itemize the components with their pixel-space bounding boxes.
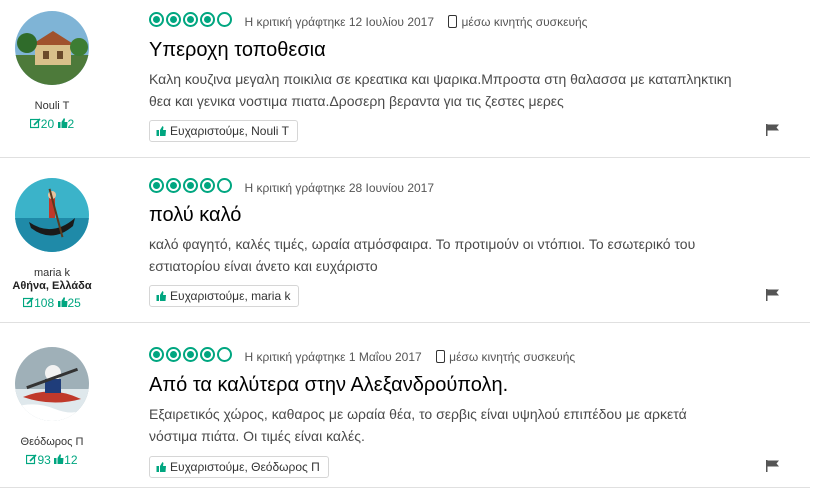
rating-bubbles: [149, 347, 234, 367]
review-body-line: θεα και γενικα νοστιμα πιατα.Δροσερη βερ…: [149, 93, 564, 109]
review-body: Καλη κουζινα μεγαλη ποικιλια σε κρεατικα…: [149, 68, 749, 112]
avatar[interactable]: [15, 11, 89, 85]
mobile-phone-icon: [448, 15, 458, 28]
review-rating: Η κριτική γράφτηκε 1 Μαΐου 2017 μέσω κιν…: [149, 347, 575, 365]
review-date: Η κριτική γράφτηκε 12 Ιουλίου 2017: [244, 15, 435, 29]
review-count-icon: [29, 118, 41, 129]
helpful-count: 2: [67, 117, 75, 131]
thank-button[interactable]: Ευχαριστούμε, Θεόδωρος Π: [149, 456, 329, 478]
rating-bubbles: [149, 178, 234, 198]
avatar[interactable]: [15, 178, 89, 252]
review-count: 93: [37, 453, 51, 467]
avatar-photo-gondola: [15, 178, 89, 252]
thank-label: Ευχαριστούμε, maria k: [170, 289, 291, 303]
thumbs-up-icon: [156, 462, 166, 472]
review-title[interactable]: Υπεροχη τοποθεσια: [149, 39, 326, 62]
review-body-line: Εξαιρετικός χώρος, καθαρος με ωραία θέα,…: [149, 406, 687, 422]
member-stats: 108 25: [0, 296, 104, 310]
helpful-thumb-icon: [57, 297, 67, 307]
review-title[interactable]: πολύ καλό: [149, 204, 241, 227]
member-name-text[interactable]: Θεόδωρος Π: [21, 436, 84, 448]
thank-button[interactable]: Ευχαριστούμε, Nouli T: [149, 120, 298, 142]
review-count: 20: [40, 117, 55, 131]
thank-label: Ευχαριστούμε, Θεόδωρος Π: [170, 460, 320, 474]
review-body-line: Καλη κουζινα μεγαλη ποικιλια σε κρεατικα…: [149, 71, 732, 87]
review-count-icon: [23, 297, 34, 308]
mobile-text: μέσω κινητής συσκευής: [461, 15, 588, 29]
member-location: Αθήνα, Ελλάδα: [0, 280, 104, 292]
review-count: 108: [34, 296, 55, 310]
review-card: Θεόδωρος Π 93 12 Η κριτική γράφτηκε 1 Μα…: [0, 322, 810, 488]
avatar-photo-kayak: [15, 347, 89, 421]
flag-icon[interactable]: [766, 460, 780, 472]
mobile-label: μέσω κινητής συσκευής: [448, 15, 587, 29]
thumbs-up-icon: [156, 126, 166, 136]
review-count-icon: [26, 454, 38, 465]
mobile-label: μέσω κινητής συσκευής: [436, 350, 575, 364]
review-body: καλό φαγητό, καλές τιμές, ωραία ατμόσφαι…: [149, 233, 749, 277]
review-body-line: νόστιμα πιάτα. Οι τιμές είναι καλές.: [149, 428, 365, 444]
review-card: maria k Αθήνα, Ελλάδα 108 25 Η κριτική γ…: [0, 157, 810, 323]
member-name-text[interactable]: maria k: [34, 267, 70, 279]
review-title[interactable]: Από τα καλύτερα στην Αλεξανδρούπολη.: [149, 374, 508, 397]
review-rating: Η κριτική γράφτηκε 12 Ιουλίου 2017 μέσω …: [149, 12, 587, 30]
member-name[interactable]: Nouli T: [0, 100, 104, 112]
flag-icon[interactable]: [766, 289, 780, 301]
thank-button[interactable]: Ευχαριστούμε, maria k: [149, 285, 300, 307]
member-stats: 20 2: [0, 117, 104, 131]
member-name[interactable]: maria k: [0, 267, 104, 279]
helpful-count: 12: [64, 453, 78, 467]
review-body-line: εστιατορίου είναι άνετο και ευχάριστο: [149, 258, 378, 274]
thank-label: Ευχαριστούμε, Nouli T: [170, 124, 289, 138]
review-date: Η κριτική γράφτηκε 28 Ιουνίου 2017: [244, 181, 435, 195]
review-date: Η κριτική γράφτηκε 1 Μαΐου 2017: [244, 350, 422, 364]
helpful-thumb-icon: [54, 454, 64, 464]
review-rating: Η κριτική γράφτηκε 28 Ιουνίου 2017: [149, 178, 434, 196]
thumbs-up-icon: [156, 291, 166, 301]
helpful-count: 25: [67, 296, 81, 310]
avatar-photo-house: [15, 11, 89, 85]
avatar[interactable]: [15, 347, 89, 421]
review-body-line: καλό φαγητό, καλές τιμές, ωραία ατμόσφαι…: [149, 236, 696, 252]
mobile-text: μέσω κινητής συσκευής: [449, 350, 576, 364]
review-card: Nouli T 20 2 Η κριτική γράφτηκε 12 Ιουλί…: [0, 0, 810, 158]
review-body: Εξαιρετικός χώρος, καθαρος με ωραία θέα,…: [149, 403, 749, 447]
member-location-text: Αθήνα, Ελλάδα: [12, 280, 92, 292]
flag-icon[interactable]: [766, 124, 780, 136]
member-name-text[interactable]: Nouli T: [35, 100, 70, 112]
mobile-phone-icon: [436, 350, 446, 363]
helpful-thumb-icon: [57, 118, 67, 128]
rating-bubbles: [149, 12, 234, 32]
member-name[interactable]: Θεόδωρος Π: [0, 436, 104, 448]
member-stats: 93 12: [0, 453, 104, 467]
